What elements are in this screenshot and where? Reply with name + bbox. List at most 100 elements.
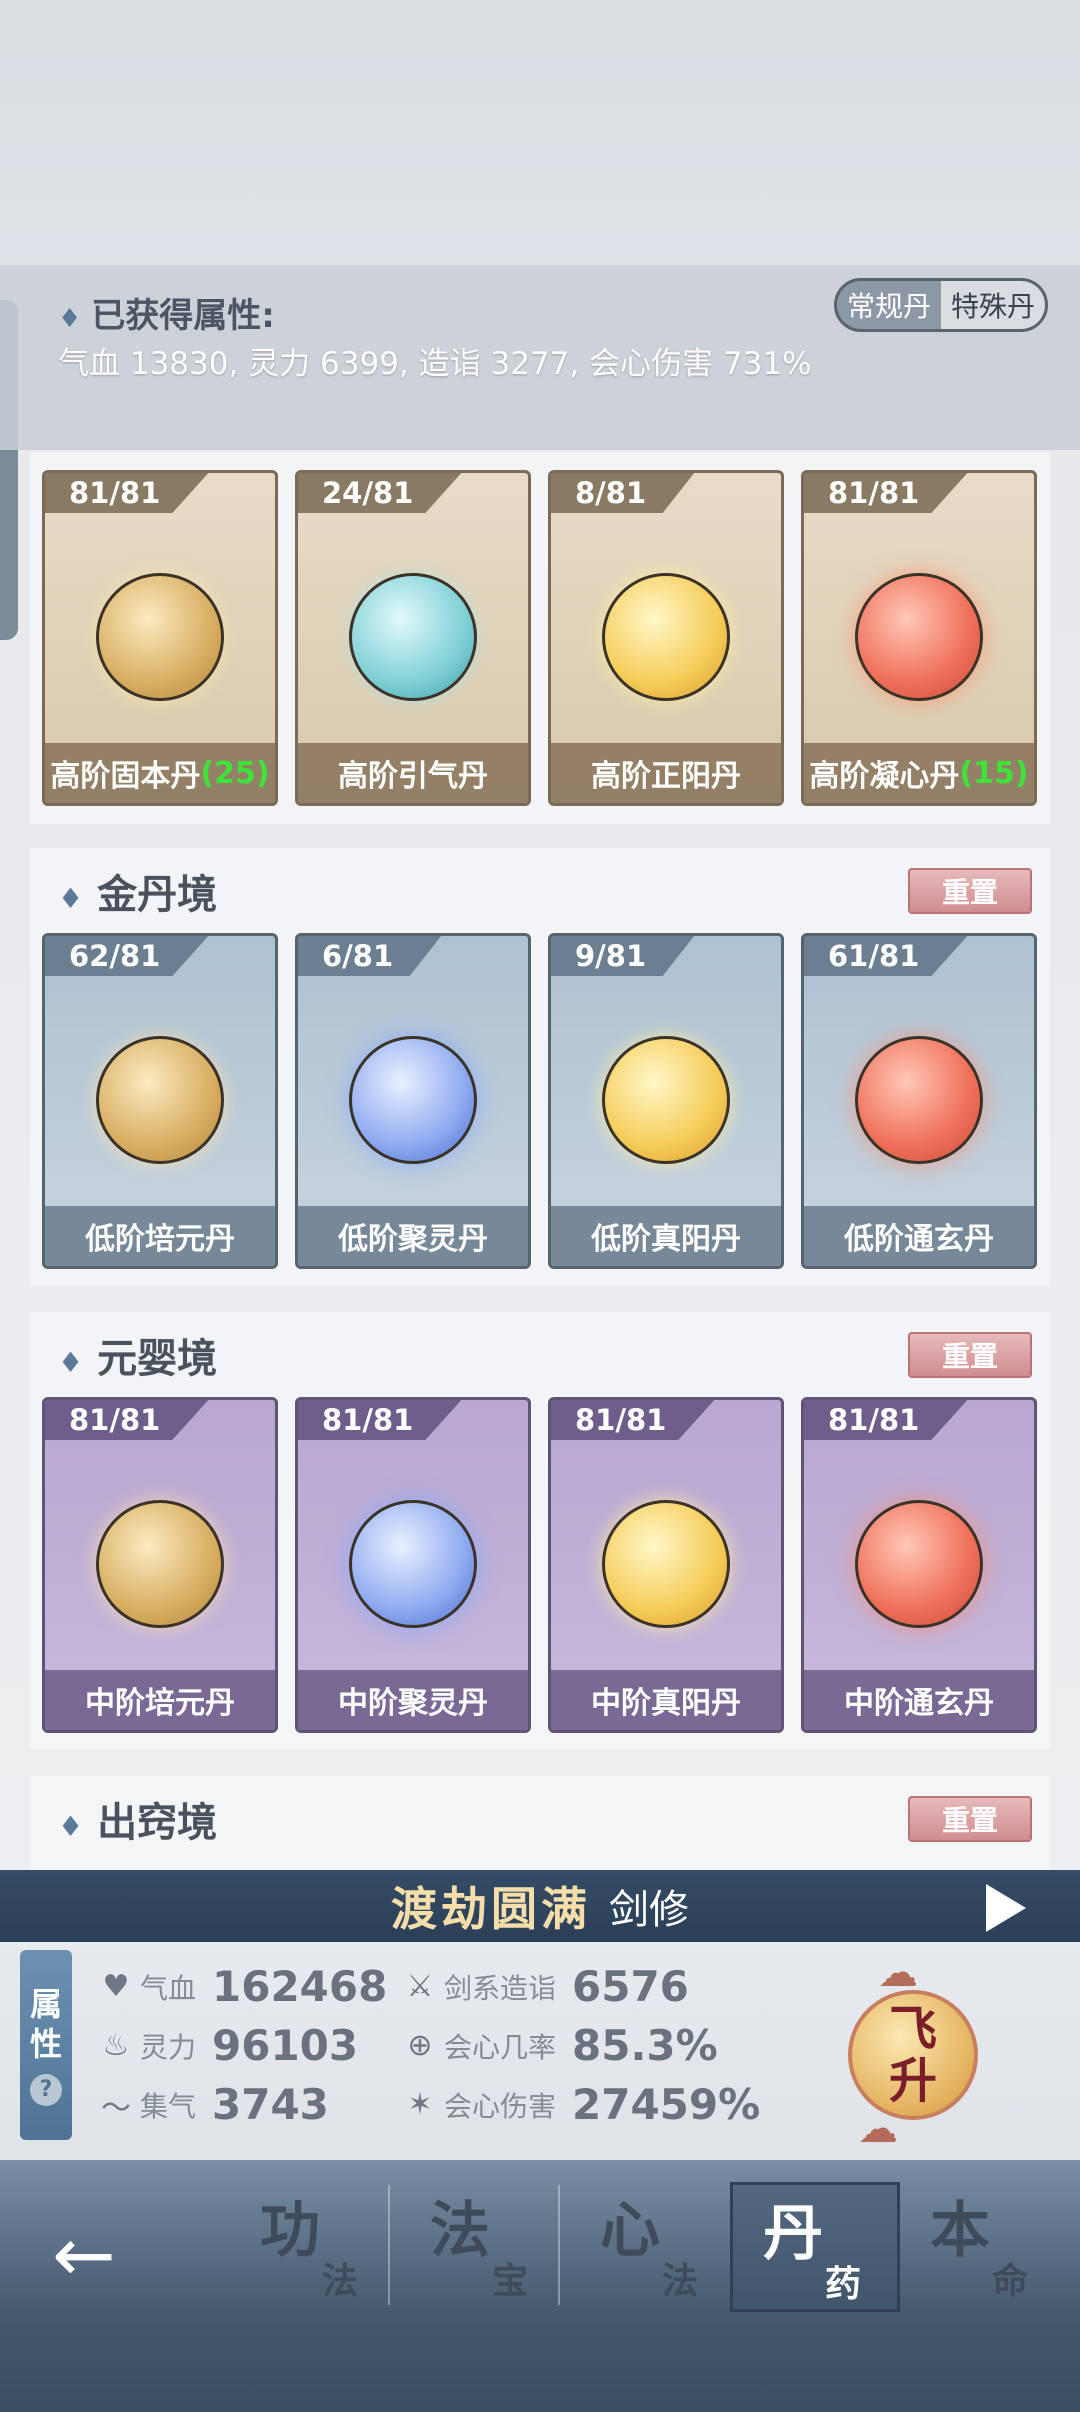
pill-name: 高阶凝心丹 (15) <box>804 743 1034 803</box>
pill-card[interactable]: 81/81 中阶聚灵丹 <box>295 1397 531 1733</box>
pill-count: 81/81 <box>45 1400 209 1440</box>
pill-card[interactable]: 81/81 高阶固本丹 (25) <box>42 470 278 806</box>
attributes-tab-label: 属 <box>29 1985 62 2023</box>
ascend-button[interactable]: ☁ 飞升 ☁ <box>818 1950 1008 2152</box>
stat-hp: ♥ 气血 162468 <box>96 1962 388 2011</box>
pill-card[interactable]: 9/81 低阶真阳丹 <box>548 933 784 1269</box>
pill-orb-icon <box>349 1036 477 1164</box>
play-icon[interactable] <box>986 1884 1026 1932</box>
ascend-label: 升 <box>888 2053 937 2109</box>
stat-label: 灵力 <box>140 2030 197 2064</box>
pill-card[interactable]: 81/81 中阶培元丹 <box>42 1397 278 1733</box>
pill-bonus: (25) <box>200 755 270 791</box>
realm-name: 渡劫圆满 <box>391 1882 591 1936</box>
nav-tab-big-char: 丹 <box>763 2199 823 2269</box>
nav-tab-big-char: 功 <box>260 2196 320 2266</box>
pill-card[interactable]: 62/81 低阶培元丹 <box>42 933 278 1269</box>
realm-bar: 渡劫圆满 剑修 <box>0 1870 1080 1942</box>
pill-name: 低阶真阳丹 <box>551 1206 781 1266</box>
pill-name: 中阶真阳丹 <box>551 1670 781 1730</box>
pill-orb-icon <box>96 1500 224 1628</box>
nav-divider <box>558 2185 560 2305</box>
section-title-text: 元婴境 <box>97 1336 218 1382</box>
pill-name-text: 高阶凝心丹 <box>809 759 960 794</box>
section-title: ♦ 出窍境 <box>58 1790 217 1848</box>
pill-name: 中阶培元丹 <box>45 1670 275 1730</box>
stat-value: 27459% <box>572 2080 761 2129</box>
stat-label: 集气 <box>140 2089 197 2123</box>
section-title-text: 出窍境 <box>97 1800 218 1846</box>
nav-tab-gongfa[interactable]: 功 法 <box>230 2182 400 2312</box>
nav-tab-small-char: 药 <box>825 2264 862 2305</box>
nav-tab-xinfa[interactable]: 心 法 <box>570 2182 740 2312</box>
nav-tab-big-char: 心 <box>600 2196 660 2266</box>
pill-name: 低阶聚灵丹 <box>298 1206 528 1266</box>
cultivation-school: 剑修 <box>609 1887 689 1933</box>
nav-tab-big-char: 法 <box>430 2196 490 2266</box>
pill-count: 81/81 <box>804 1400 968 1440</box>
pill-orb-icon <box>602 1500 730 1628</box>
section-title: ♦ 元婴境 <box>58 1326 217 1384</box>
reset-button[interactable]: 重置 <box>908 868 1032 914</box>
stat-sword-mastery: ⚔ 剑系造诣 6576 <box>400 1962 689 2011</box>
nav-tab-small-char: 法 <box>662 2261 699 2302</box>
nav-tab-big-char: 本 <box>930 2196 990 2266</box>
pill-orb-icon <box>855 573 983 701</box>
pill-type-toggle[interactable]: 常规丹 特殊丹 <box>834 278 1048 332</box>
attributes-tab[interactable]: 属 性 ? <box>20 1950 72 2140</box>
pill-card[interactable]: 81/81 高阶凝心丹 (15) <box>801 470 1037 806</box>
section-title-text: 金丹境 <box>97 872 218 918</box>
pill-card[interactable]: 81/81 中阶通玄丹 <box>801 1397 1037 1733</box>
acquired-attributes-values: 气血 13830, 灵力 6399, 造诣 3277, 会心伤害 731% <box>58 346 812 382</box>
target-icon: ⊕ <box>407 2028 433 2063</box>
nav-tab-small-char: 命 <box>992 2261 1029 2302</box>
tab-regular-pill[interactable]: 常规丹 <box>837 281 941 329</box>
help-icon[interactable]: ? <box>30 2074 62 2106</box>
nav-tab-benming[interactable]: 本 命 <box>900 2182 1070 2312</box>
pill-orb-icon <box>349 573 477 701</box>
pill-name: 低阶通玄丹 <box>804 1206 1034 1266</box>
pill-card[interactable]: 6/81 低阶聚灵丹 <box>295 933 531 1269</box>
stat-value: 162468 <box>212 1962 388 2011</box>
pill-count: 24/81 <box>298 473 462 513</box>
pill-name-text: 高阶引气丹 <box>338 759 488 794</box>
stat-value: 6576 <box>572 1962 689 2011</box>
cloud-icon: ☁ <box>858 2106 898 2152</box>
pill-name: 中阶通玄丹 <box>804 1670 1034 1730</box>
diamond-icon: ♦ <box>58 304 82 334</box>
stat-crit-rate: ⊕ 会心几率 85.3% <box>400 2021 717 2070</box>
nav-tab-fabao[interactable]: 法 宝 <box>400 2182 570 2312</box>
pill-orb-icon <box>96 1036 224 1164</box>
sword-icon: ⚔ <box>406 1969 434 2004</box>
attributes-tab-label: 性 <box>29 2025 62 2063</box>
stat-crit-damage: ✶ 会心伤害 27459% <box>400 2080 760 2129</box>
stat-label: 剑系造诣 <box>444 1971 557 2005</box>
pill-orb-icon <box>602 573 730 701</box>
pill-card[interactable]: 24/81 高阶引气丹 <box>295 470 531 806</box>
diamond-icon: ♦ <box>58 1810 84 1843</box>
pill-card[interactable]: 8/81 高阶正阳丹 <box>548 470 784 806</box>
ascend-disc: 飞升 <box>848 1990 978 2120</box>
back-arrow-icon[interactable]: ← <box>52 2210 116 2299</box>
pill-count: 81/81 <box>551 1400 715 1440</box>
pill-card[interactable]: 61/81 低阶通玄丹 <box>801 933 1037 1269</box>
nav-tab-small-char: 法 <box>322 2261 359 2302</box>
pill-name: 高阶正阳丹 <box>551 743 781 803</box>
reset-button[interactable]: 重置 <box>908 1332 1032 1378</box>
stat-spirit: ♨ 灵力 96103 <box>96 2021 359 2070</box>
pill-orb-icon <box>96 573 224 701</box>
nav-tab-danyao[interactable]: 丹 药 <box>730 2182 900 2312</box>
pill-card[interactable]: 81/81 中阶真阳丹 <box>548 1397 784 1733</box>
pill-count: 62/81 <box>45 936 209 976</box>
diamond-icon: ♦ <box>58 1346 84 1379</box>
stat-value: 96103 <box>212 2021 359 2070</box>
pill-name-text: 高阶固本丹 <box>50 759 201 794</box>
burst-icon: ✶ <box>407 2087 433 2122</box>
section-title: ♦ 金丹境 <box>58 862 217 920</box>
heart-icon: ♥ <box>102 1969 130 2004</box>
reset-button[interactable]: 重置 <box>908 1796 1032 1842</box>
tab-special-pill[interactable]: 特殊丹 <box>941 281 1045 329</box>
pill-count: 9/81 <box>551 936 695 976</box>
pill-orb-icon <box>349 1500 477 1628</box>
stat-label: 气血 <box>140 1971 197 2005</box>
